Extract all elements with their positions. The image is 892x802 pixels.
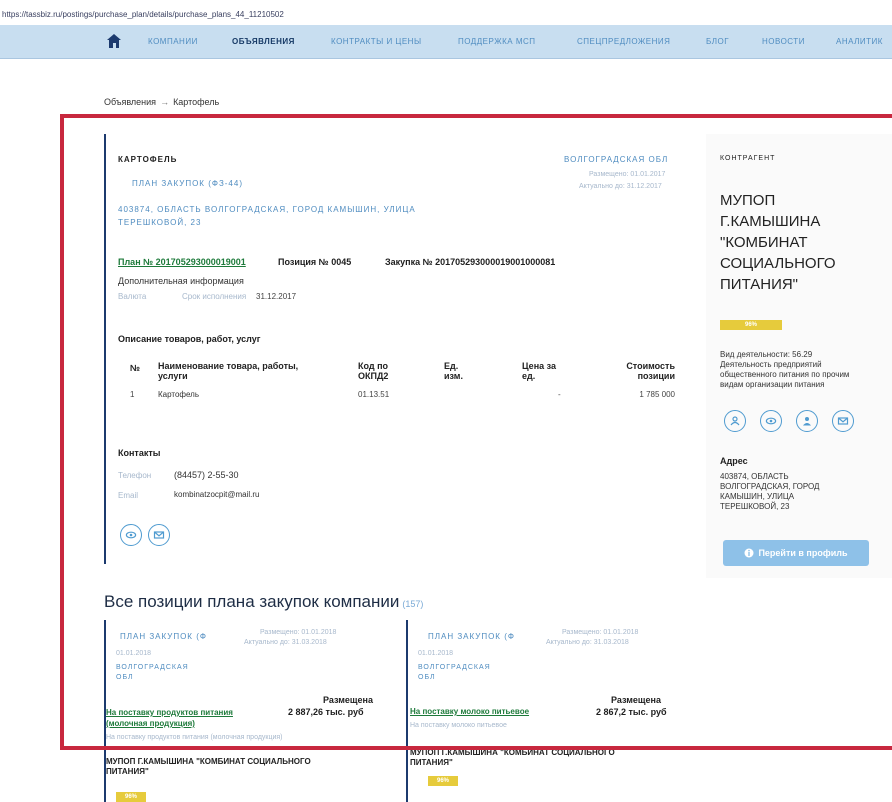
nav-listings[interactable]: ОБЪЯВЛЕНИЯ — [232, 37, 295, 46]
breadcrumb-separator: → — [160, 97, 170, 107]
breadcrumb-parent[interactable]: Объявления — [104, 97, 156, 107]
breadcrumb: Объявления → Картофель — [104, 97, 219, 107]
url-bar[interactable]: https://tassbiz.ru/postings/purchase_pla… — [2, 10, 284, 19]
home-icon[interactable] — [106, 33, 122, 49]
card-company[interactable]: МУПОП Г.КАМЫШИНА "КОМБИНАТ СОЦИАЛЬНОГО П… — [106, 757, 311, 777]
highlight-frame — [60, 114, 892, 750]
card-company-line: ПИТАНИЯ" — [410, 758, 453, 767]
nav-special-offers[interactable]: СПЕЦПРЕДЛОЖЕНИЯ — [577, 37, 670, 46]
nav-news[interactable]: НОВОСТИ — [762, 37, 805, 46]
page: https://tassbiz.ru/postings/purchase_pla… — [0, 0, 892, 802]
nav-sme-support[interactable]: ПОДДЕРЖКА МСП — [458, 37, 536, 46]
breadcrumb-current: Картофель — [173, 97, 220, 107]
nav-companies[interactable]: КОМПАНИИ — [148, 37, 198, 46]
cropped-header-text — [0, 0, 892, 8]
nav-blog[interactable]: БЛОГ — [706, 37, 729, 46]
card-company-line: МУПОП Г.КАМЫШИНА "КОМБИНАТ СОЦИАЛЬНОГО — [106, 757, 311, 766]
main-navbar: КОМПАНИИ ОБЪЯВЛЕНИЯ КОНТРАКТЫ И ЦЕНЫ ПОД… — [0, 25, 892, 59]
nav-contracts[interactable]: КОНТРАКТЫ И ЦЕНЫ — [331, 37, 422, 46]
card-rating-badge: 96% — [428, 776, 458, 786]
card-rating-badge: 96% — [116, 792, 146, 802]
nav-analytics[interactable]: АНАЛИТИК — [836, 37, 883, 46]
card-company[interactable]: МУПОП Г.КАМЫШИНА "КОМБИНАТ СОЦИАЛЬНОГО П… — [410, 748, 615, 768]
card-company-line: ПИТАНИЯ" — [106, 767, 149, 776]
